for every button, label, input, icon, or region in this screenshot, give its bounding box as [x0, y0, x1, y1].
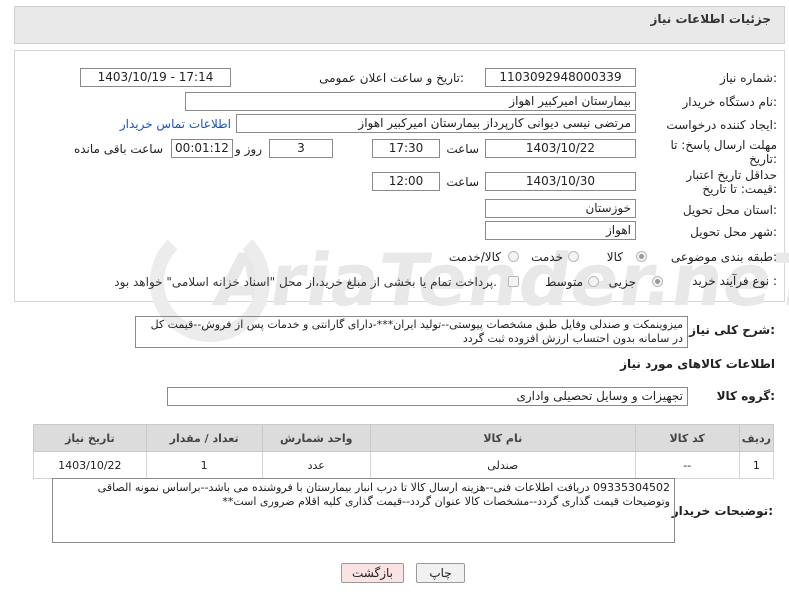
payment-note: پرداخت تمام یا بخشی از مبلغ خرید،از محل …: [114, 275, 497, 289]
cell-date: 1403/10/22: [33, 451, 147, 479]
days-label: روز و: [235, 142, 262, 156]
deadline-time-field: 17:30: [372, 139, 440, 158]
summary-label: شرح کلی نیاز:: [689, 323, 775, 337]
buyer-notes-label: توضیحات خریدار:: [671, 504, 773, 518]
process-label: نوع فرآیند خرید :: [692, 274, 777, 288]
col-date: تاریخ نیاز: [33, 424, 147, 452]
remaining-time-field: 00:01:12: [171, 139, 233, 158]
category-option-goods-service: کالا/خدمت: [448, 250, 501, 264]
city-label: شهر محل تحویل:: [690, 225, 777, 239]
process-radio-medium[interactable]: [588, 276, 599, 287]
category-label: طبقه بندی موضوعی:: [670, 250, 777, 264]
creator-label: ایجاد کننده درخواست:: [666, 118, 777, 132]
deadline-date-field: 1403/10/22: [485, 139, 636, 158]
province-field: خوزستان: [485, 199, 636, 218]
category-radio-goods[interactable]: [636, 251, 647, 262]
validity-date-field: 1403/10/30: [485, 172, 636, 191]
cell-name: صندلی: [369, 451, 636, 479]
validity-time-field: 12:00: [372, 172, 440, 191]
goods-table: ردیف کد کالا نام کالا واحد شمارش تعداد /…: [33, 424, 775, 479]
cell-code: --: [634, 451, 740, 479]
col-unit: واحد شمارش: [261, 424, 371, 452]
buyer-field: بیمارستان امیرکبیر اهواز: [185, 92, 636, 111]
payment-checkbox[interactable]: [508, 276, 519, 287]
summary-text: میزوینمکت و صندلی وفایل طبق مشخصات پیوست…: [135, 316, 688, 348]
deadline-time-label: ساعت: [446, 142, 479, 156]
goods-section-title: اطلاعات کالاهای مورد نیاز: [620, 357, 775, 371]
remaining-label: ساعت باقی مانده: [73, 142, 163, 156]
back-button[interactable]: بازگشت: [341, 563, 404, 583]
col-row: ردیف: [738, 424, 775, 452]
cell-row: 1: [738, 451, 775, 479]
province-label: استان محل تحویل:: [682, 203, 777, 217]
print-button[interactable]: چاپ: [416, 563, 465, 583]
days-field: 3: [269, 139, 333, 158]
deadline-label: مهلت ارسال پاسخ: تا تاریخ:: [670, 138, 777, 166]
category-option-service: خدمت: [531, 250, 563, 264]
buyer-label: نام دستگاه خریدار:: [682, 95, 778, 109]
goods-group-field: تجهیزات و وسایل تحصیلی واداری: [167, 387, 688, 406]
announce-date-field: 1403/10/19 - 17:14: [80, 68, 231, 87]
category-option-goods: کالا: [606, 250, 623, 264]
goods-table-header: ردیف کد کالا نام کالا واحد شمارش تعداد /…: [33, 424, 775, 452]
city-field: اهواز: [485, 221, 636, 240]
buyer-notes-text: 09335304502 دریافت اطلاعات فنی--هزینه ار…: [52, 478, 675, 543]
validity-time-label: ساعت: [446, 175, 479, 189]
cell-qty: 1: [145, 451, 263, 479]
process-option-partial: جزیی: [608, 275, 636, 289]
need-number-label: شماره نیاز:: [719, 71, 777, 85]
panel-title: جزئیات اطلاعات نیاز: [650, 12, 771, 26]
category-radio-service[interactable]: [568, 251, 579, 262]
min-validity-label: حداقل تاریخ اعتبار قیمت: تا تاریخ:: [686, 168, 777, 196]
goods-group-label: گروه کالا:: [716, 389, 775, 403]
process-radio-partial[interactable]: [652, 276, 663, 287]
col-code: کد کالا: [634, 424, 740, 452]
col-qty: تعداد / مقدار: [145, 424, 263, 452]
process-option-medium: متوسط: [545, 275, 583, 289]
col-name: نام کالا: [369, 424, 636, 452]
announce-date-label: تاریخ و ساعت اعلان عمومی:: [319, 71, 464, 85]
contact-info-link[interactable]: اطلاعات تماس خریدار: [120, 117, 231, 131]
table-row: 1 -- صندلی عدد 1 1403/10/22: [33, 451, 775, 479]
need-number-field: 1103092948000339: [485, 68, 636, 87]
creator-field: مرتضی نیسی دیوانی کارپرداز بیمارستان امی…: [236, 114, 636, 133]
cell-unit: عدد: [261, 451, 371, 479]
category-radio-goods-service[interactable]: [508, 251, 519, 262]
